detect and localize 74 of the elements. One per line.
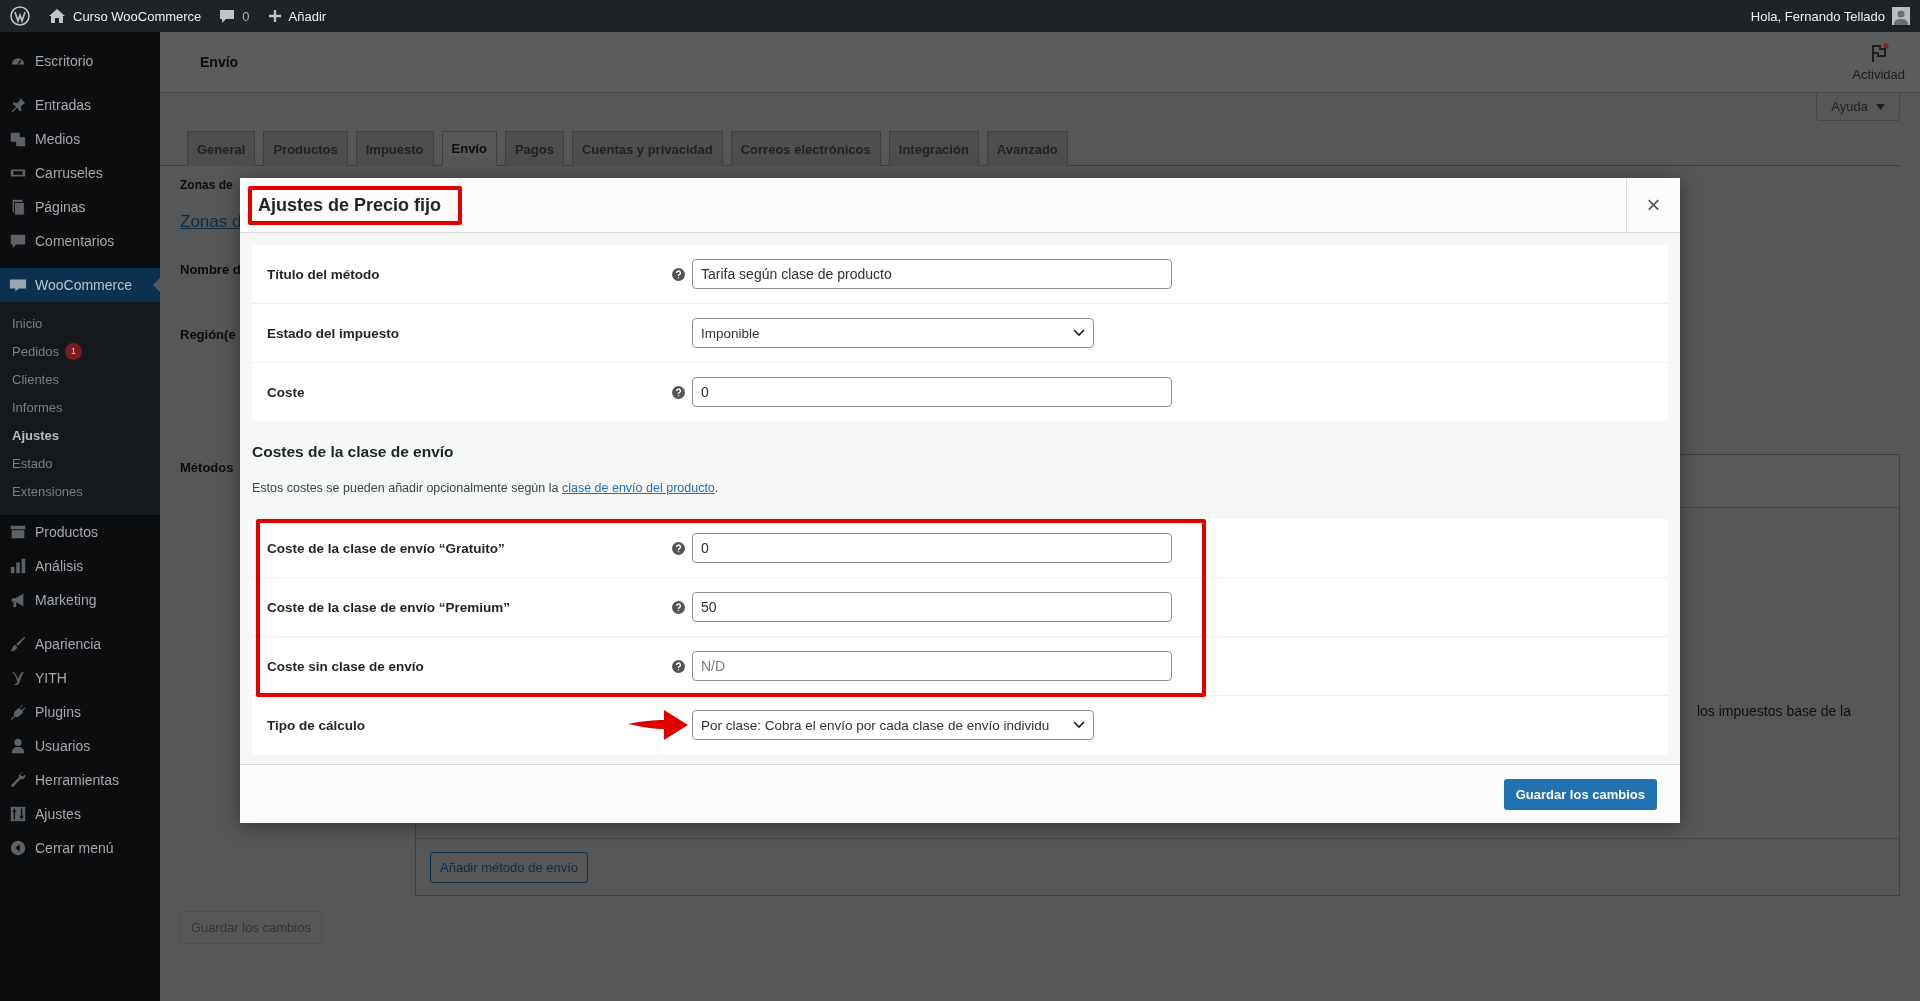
- field-label: Estado del impuesto: [267, 325, 400, 341]
- menu-item[interactable]: Herramientas: [0, 763, 160, 797]
- menu-item[interactable]: Plugins: [0, 695, 160, 729]
- field-label: Coste de la clase de envío “Premium”: [267, 599, 511, 615]
- caret-icon: [1876, 103, 1885, 110]
- close-button[interactable]: ×: [1626, 178, 1680, 232]
- curl-icon: [9, 669, 27, 687]
- menu-item[interactable]: Ajustes: [0, 797, 160, 831]
- description-text: Estos costes se pueden añadir opcionalmente según la clase de envío del producto.: [252, 481, 720, 495]
- count-badge: 1: [65, 342, 82, 360]
- field-label: Tipo de cálculo: [267, 717, 366, 733]
- plus-icon: [267, 9, 282, 23]
- home-icon: [48, 8, 66, 24]
- dialog-title: Ajustes de Precio fijo: [258, 194, 442, 215]
- menu-item[interactable]: Comentarios: [0, 224, 160, 258]
- media-icon: [9, 130, 27, 148]
- menu-item[interactable]: WooCommerce: [0, 268, 160, 302]
- save-changes-button[interactable]: Guardar los cambios: [1503, 778, 1657, 810]
- menu-item[interactable]: Páginas: [0, 190, 160, 224]
- greeting-link[interactable]: Hola, Fernando Tellado: [1750, 8, 1885, 24]
- menu-item[interactable]: Marketing: [0, 583, 160, 617]
- menu-item[interactable]: Entradas: [0, 88, 160, 122]
- form-label: Nombre d: [180, 262, 241, 277]
- submenu-item[interactable]: Extensiones: [0, 477, 160, 505]
- plug-icon: [9, 703, 27, 721]
- menu-item[interactable]: Análisis: [0, 549, 160, 583]
- menu-item[interactable]: Apariencia: [0, 627, 160, 661]
- submenu-item[interactable]: Inicio: [0, 309, 160, 337]
- form-label: Región(e: [180, 327, 236, 342]
- page-title: Envío: [200, 54, 240, 70]
- logo-icon[interactable]: [10, 6, 30, 26]
- menu-item[interactable]: Productos: [0, 515, 160, 549]
- input-field[interactable]: 0: [692, 377, 1172, 407]
- bar-chart-icon: [9, 557, 27, 575]
- avatar-icon[interactable]: [1892, 7, 1910, 25]
- menu-item[interactable]: Carruseles: [0, 156, 160, 190]
- site-link[interactable]: Curso WooCommerce: [73, 8, 202, 24]
- wrench-icon: [9, 771, 27, 789]
- form-label: Métodos: [180, 460, 234, 475]
- field-label: Coste: [267, 384, 305, 400]
- submenu-item[interactable]: Ajustes: [0, 421, 160, 449]
- comment-icon: [9, 232, 27, 250]
- sliders-icon: [9, 805, 27, 823]
- menu-item[interactable]: Usuarios: [0, 729, 160, 763]
- user-icon: [9, 737, 27, 755]
- comment-icon: [219, 8, 236, 24]
- menu-item[interactable]: Escritorio: [0, 44, 160, 78]
- shipping-class-link[interactable]: clase de envío del producto: [561, 481, 715, 495]
- submenu-item[interactable]: Pedidos 1: [0, 337, 160, 365]
- submenu-item[interactable]: Clientes: [0, 365, 160, 393]
- submenu-item[interactable]: Estado: [0, 449, 160, 477]
- menu-item[interactable]: Cerrar menú: [0, 831, 160, 865]
- menu-item[interactable]: Medios: [0, 122, 160, 156]
- select-field[interactable]: Imponible: [692, 318, 1094, 348]
- field-label: Coste de la clase de envío “Gratuito”: [267, 540, 505, 556]
- brush-icon: [9, 635, 27, 653]
- submenu-item[interactable]: Informes: [0, 393, 160, 421]
- methods-text: los impuestos base de la: [1696, 703, 1851, 719]
- input-field[interactable]: N/D: [692, 651, 1172, 681]
- collapse-icon: [9, 839, 27, 857]
- field-label: Título del método: [267, 266, 380, 282]
- input-field[interactable]: 0: [692, 533, 1172, 563]
- comment-count[interactable]: 0: [242, 8, 250, 24]
- input-field[interactable]: 50: [692, 592, 1172, 622]
- pushpin-icon: [9, 96, 27, 114]
- chevron-icon: [1073, 721, 1085, 729]
- section-title: Costes de la clase de envío: [252, 443, 455, 461]
- select-field[interactable]: Por clase: Cobra el envío por cada clase de envío individu: [692, 710, 1094, 740]
- archive-icon: [9, 523, 27, 541]
- new-link[interactable]: Añadir: [288, 8, 327, 24]
- input-field[interactable]: Tarifa según clase de producto: [692, 259, 1172, 289]
- menu-item[interactable]: YITH: [0, 661, 160, 695]
- chevron-icon: [1073, 329, 1085, 337]
- field-label: Coste sin clase de envío: [267, 658, 424, 674]
